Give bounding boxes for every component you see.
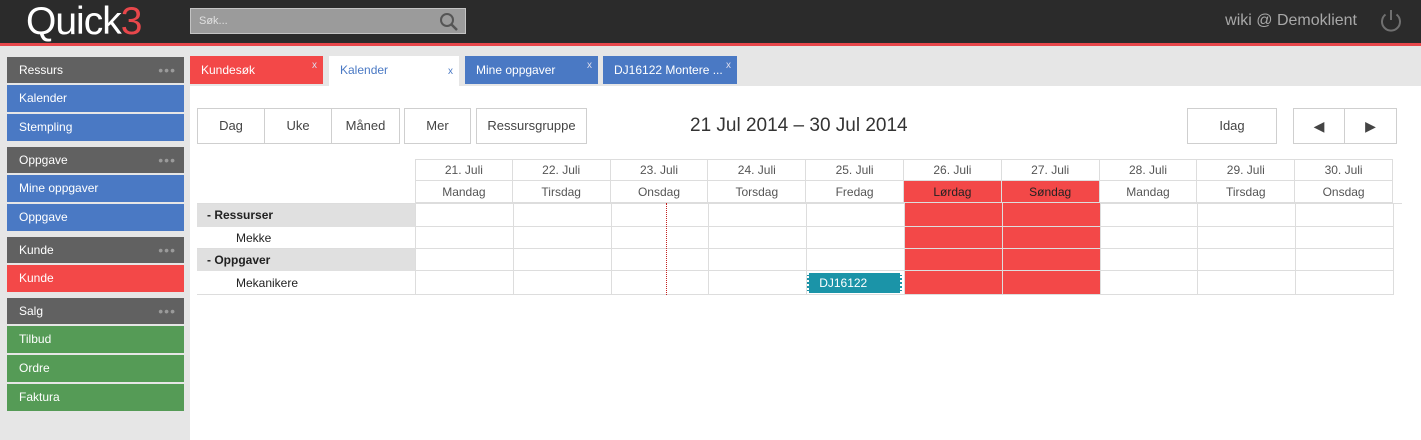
weekday-header: Lørdag [904, 181, 1002, 203]
sidebar-group-title: Salg [19, 304, 44, 318]
sidebar-item-tilbud[interactable]: Tilbud [7, 326, 184, 353]
sidebar-item-kalender[interactable]: Kalender [7, 85, 184, 112]
date-header: 22. Juli [512, 159, 611, 181]
date-header: 30. Juli [1295, 159, 1393, 181]
date-header: 23. Juli [610, 159, 709, 181]
weekday-header: Søndag [1001, 181, 1100, 203]
top-bar: Quick3 wiki @ Demoklient [0, 0, 1421, 46]
resource-group-row[interactable]: - Oppgaver [197, 249, 415, 271]
grid-line [1295, 203, 1297, 295]
sidebar-item-mine-oppgaver[interactable]: Mine oppgaver [7, 175, 184, 202]
sidebar-group-title: Oppgave [19, 153, 68, 167]
weekday-header: Mandag [1099, 181, 1198, 203]
next-arrow-icon[interactable]: ▶ [1344, 108, 1397, 144]
date-header: 21. Juli [415, 159, 513, 181]
date-header: 29. Juli [1197, 159, 1296, 181]
logo-word: Quick [26, 0, 122, 43]
close-icon[interactable]: x [448, 58, 453, 86]
today-button[interactable]: Idag [1187, 108, 1277, 144]
month-view-button[interactable]: Måned [331, 108, 400, 144]
weekday-header: Torsdag [708, 181, 807, 203]
calendar-panel: Dag Uke Måned Mer Ressursgruppe 21 Jul 2… [190, 86, 1421, 440]
app-logo[interactable]: Quick 3 [26, 2, 142, 42]
grid-line [415, 248, 1393, 249]
today-marker [666, 203, 668, 295]
grid-line [512, 203, 514, 295]
weekday-header: Tirsdag [512, 181, 611, 203]
sidebar: Ressurs ••• Kalender Stempling Oppgave •… [0, 49, 190, 440]
grid-line [1393, 203, 1394, 295]
grid-line [1099, 203, 1101, 295]
resource-row-label: Mekke Mikkel [236, 231, 272, 267]
weekday-header: Onsdag [610, 181, 709, 203]
sidebar-group-header[interactable]: Kunde ••• [7, 237, 184, 263]
weekday-header: Tirsdag [1197, 181, 1296, 203]
tab-kundesok[interactable]: Kundesøk x [190, 56, 323, 84]
sidebar-group-oppgave: Oppgave ••• Mine oppgaver Oppgave [7, 147, 184, 231]
grid-line [1001, 203, 1003, 295]
sidebar-group-kunde: Kunde ••• Kunde [7, 237, 184, 292]
sidebar-item-stempling[interactable]: Stempling [7, 114, 184, 141]
grid-line [415, 203, 416, 295]
sidebar-item-oppgave[interactable]: Oppgave [7, 204, 184, 231]
more-dots-icon[interactable]: ••• [158, 147, 176, 173]
sidebar-item-kunde[interactable]: Kunde [7, 265, 184, 292]
weekday-header: Mandag [415, 181, 513, 203]
sidebar-group-title: Ressurs [19, 63, 64, 77]
sidebar-group-ressurs: Ressurs ••• Kalender Stempling [7, 57, 184, 141]
tab-mine-oppgaver[interactable]: Mine oppgaver x [465, 56, 598, 84]
week-view-button[interactable]: Uke [264, 108, 332, 144]
grid-line [415, 294, 1393, 295]
resource-row-label: Mekanikere [236, 276, 299, 290]
more-dots-icon[interactable]: ••• [158, 298, 176, 324]
grid-line [708, 203, 710, 295]
more-dots-icon[interactable]: ••• [158, 57, 176, 83]
sidebar-group-salg: Salg ••• Tilbud Ordre Faktura [7, 298, 184, 411]
grid-line [415, 270, 1393, 271]
tab-kalender[interactable]: Kalender x [329, 56, 459, 86]
search-icon[interactable] [439, 12, 459, 32]
search-input[interactable] [191, 9, 431, 33]
logo-number: 3 [120, 0, 143, 43]
more-dots-icon[interactable]: ••• [158, 237, 176, 263]
sidebar-item-ordre[interactable]: Ordre [7, 355, 184, 382]
sidebar-group-header[interactable]: Ressurs ••• [7, 57, 184, 83]
tab-label: Kundesøk [201, 63, 256, 77]
close-icon[interactable]: x [312, 52, 317, 80]
sidebar-group-header[interactable]: Oppgave ••• [7, 147, 184, 173]
grid-line [415, 226, 1393, 227]
tab-label: Kalender [340, 63, 389, 77]
sidebar-group-title: Kunde [19, 243, 54, 257]
event-block[interactable]: DJ16122 [807, 273, 902, 293]
sidebar-group-header[interactable]: Salg ••• [7, 298, 184, 324]
tab-label: Mine oppgaver [476, 63, 556, 77]
date-header: 27. Juli [1001, 159, 1100, 181]
resource-group-button[interactable]: Ressursgruppe [476, 108, 587, 144]
grid-line [904, 203, 905, 295]
search-box [190, 8, 466, 34]
tab-label: DJ16122 Montere ... [614, 63, 723, 77]
power-icon[interactable] [1377, 7, 1405, 35]
grid-line [610, 203, 612, 295]
close-icon[interactable]: x [587, 52, 592, 80]
prev-arrow-icon[interactable]: ◀ [1293, 108, 1345, 144]
date-header: 28. Juli [1099, 159, 1198, 181]
grid-line [197, 294, 415, 295]
date-header: 26. Juli [904, 159, 1002, 181]
date-range-title: 21 Jul 2014 – 30 Jul 2014 [690, 115, 908, 136]
tab-bar: Kundesøk x Kalender x Mine oppgaver x DJ… [190, 49, 1421, 86]
weekday-header: Onsdag [1295, 181, 1393, 203]
resource-group-row[interactable]: - Ressurser [197, 204, 415, 227]
grid-line [1197, 203, 1199, 295]
sidebar-item-faktura[interactable]: Faktura [7, 384, 184, 411]
close-icon[interactable]: x [726, 52, 731, 80]
date-header: 25. Juli [806, 159, 904, 181]
weekday-header: Fredag [806, 181, 904, 203]
tab-dj16122[interactable]: DJ16122 Montere ... x [603, 56, 737, 84]
user-label[interactable]: wiki @ Demoklient [1225, 12, 1357, 30]
more-button[interactable]: Mer [404, 108, 471, 144]
day-view-button[interactable]: Dag [197, 108, 265, 144]
date-header: 24. Juli [708, 159, 807, 181]
